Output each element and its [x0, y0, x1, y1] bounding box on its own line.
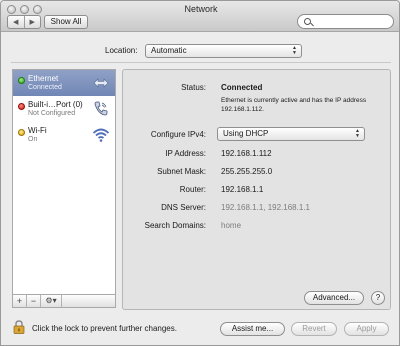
gear-menu-button[interactable]: ⚙▾ — [41, 295, 62, 307]
dns-server-label: DNS Server: — [161, 203, 206, 212]
configure-ipv4-value: Using DHCP — [223, 129, 269, 138]
service-item-wifi[interactable]: Wi-Fi On — [13, 122, 115, 148]
advanced-button[interactable]: Advanced... — [304, 291, 364, 305]
service-status: Connected — [28, 84, 62, 91]
title-bar: Network ◀ ▶ Show All — [1, 1, 399, 32]
router-value: 192.168.1.1 — [221, 185, 264, 194]
status-value: Connected — [221, 83, 263, 92]
network-window: Network ◀ ▶ Show All Location: Automatic… — [0, 0, 400, 346]
assist-me-button[interactable]: Assist me... — [220, 322, 285, 336]
search-domains-value: home — [221, 221, 242, 230]
status-description: Ethernet is currently active and has the… — [221, 97, 367, 113]
service-status: On — [28, 136, 38, 143]
lock-icon[interactable] — [13, 320, 25, 334]
service-status: Not Configured — [28, 110, 76, 117]
status-label: Status: — [181, 83, 206, 92]
service-name: Wi-Fi — [28, 126, 47, 135]
service-item-ethernet[interactable]: Ethernet Connected — [13, 70, 115, 96]
ip-address-label: IP Address: — [165, 149, 206, 158]
window-title: Network — [184, 4, 218, 14]
show-all-button[interactable]: Show All — [44, 15, 88, 29]
dns-server-value: 192.168.1.1, 192.168.1.1 — [221, 203, 310, 212]
back-forward-control: ◀ ▶ — [7, 15, 41, 29]
configure-ipv4-label: Configure IPv4: — [150, 130, 206, 139]
service-item-builtin-port[interactable]: Built-i…Port (0) Not Configured — [13, 96, 115, 122]
service-name: Ethernet — [28, 74, 59, 83]
phone-modem-icon — [94, 101, 108, 116]
add-service-button[interactable]: + — [13, 295, 27, 307]
status-dot-icon — [18, 77, 25, 84]
separator — [11, 62, 391, 63]
location-label: Location: — [105, 46, 138, 55]
detail-pane: Status: Connected Ethernet is currently … — [122, 69, 391, 310]
status-dot-icon — [18, 103, 25, 110]
ethernet-arrows-icon — [93, 78, 109, 88]
service-list: Ethernet Connected Built-i…Port (0) Not … — [12, 69, 116, 295]
back-arrow-icon[interactable]: ◀ — [8, 16, 24, 28]
apply-button[interactable]: Apply — [344, 322, 389, 336]
subnet-mask-label: Subnet Mask: — [157, 167, 206, 176]
router-label: Router: — [179, 185, 206, 194]
forward-arrow-icon[interactable]: ▶ — [23, 16, 41, 28]
subnet-mask-value: 255.255.255.0 — [221, 167, 273, 176]
status-dot-icon — [18, 129, 25, 136]
wifi-icon — [92, 128, 110, 142]
help-button[interactable]: ? — [371, 291, 385, 305]
revert-button[interactable]: Revert — [291, 322, 337, 336]
ip-address-value: 192.168.1.112 — [221, 149, 272, 158]
search-domains-label: Search Domains: — [144, 221, 206, 230]
location-popup[interactable]: Automatic ▲ ▼ — [145, 44, 302, 58]
configure-ipv4-popup[interactable]: Using DHCP ▲ ▼ — [217, 127, 365, 141]
service-list-controls: + − ⚙▾ — [12, 294, 116, 308]
location-value: Automatic — [151, 46, 187, 55]
remove-service-button[interactable]: − — [27, 295, 41, 307]
popup-arrows-icon: ▲ ▼ — [355, 128, 360, 139]
popup-arrows-icon: ▲ ▼ — [292, 45, 297, 56]
search-icon — [304, 18, 311, 25]
lock-text: Click the lock to prevent further change… — [32, 324, 177, 333]
search-field[interactable] — [297, 14, 394, 29]
service-name: Built-i…Port (0) — [28, 100, 83, 109]
